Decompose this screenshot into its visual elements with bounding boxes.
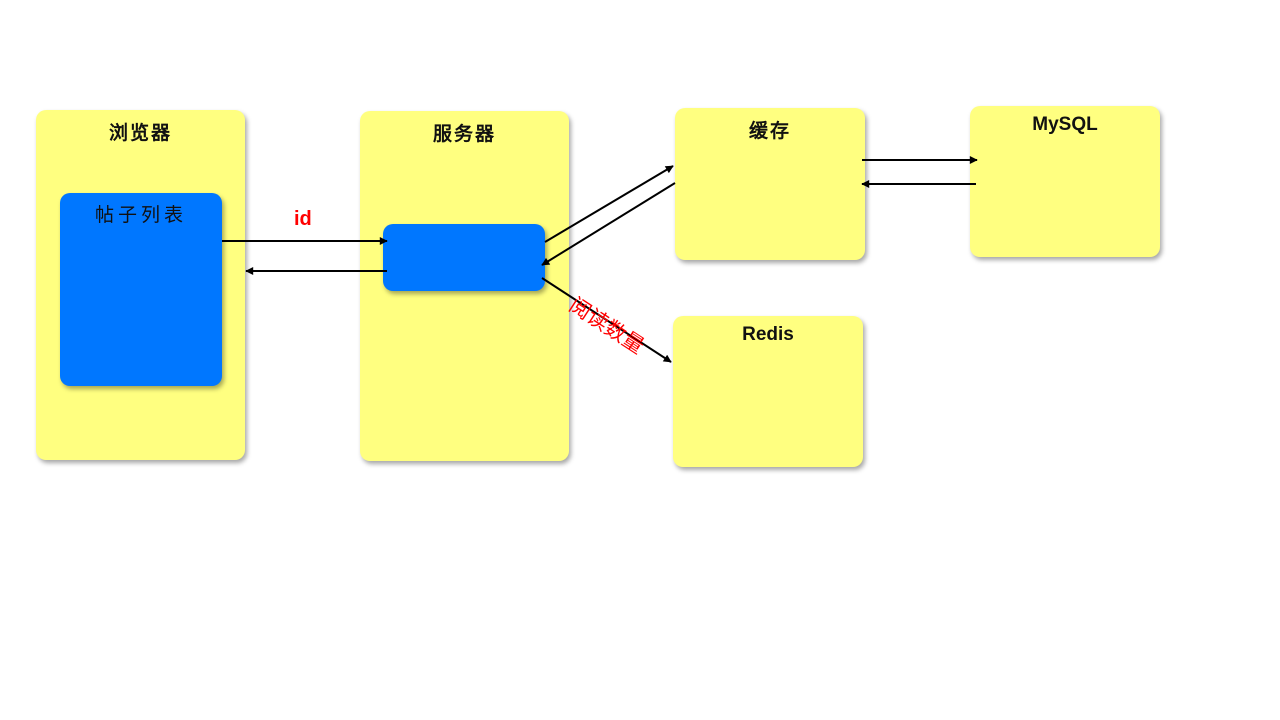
arrow-layer [222, 156, 978, 363]
arrow-cache-to-server [541, 182, 676, 266]
id-edge-label: id [294, 208, 312, 230]
arrow-server-to-cache [544, 165, 674, 243]
